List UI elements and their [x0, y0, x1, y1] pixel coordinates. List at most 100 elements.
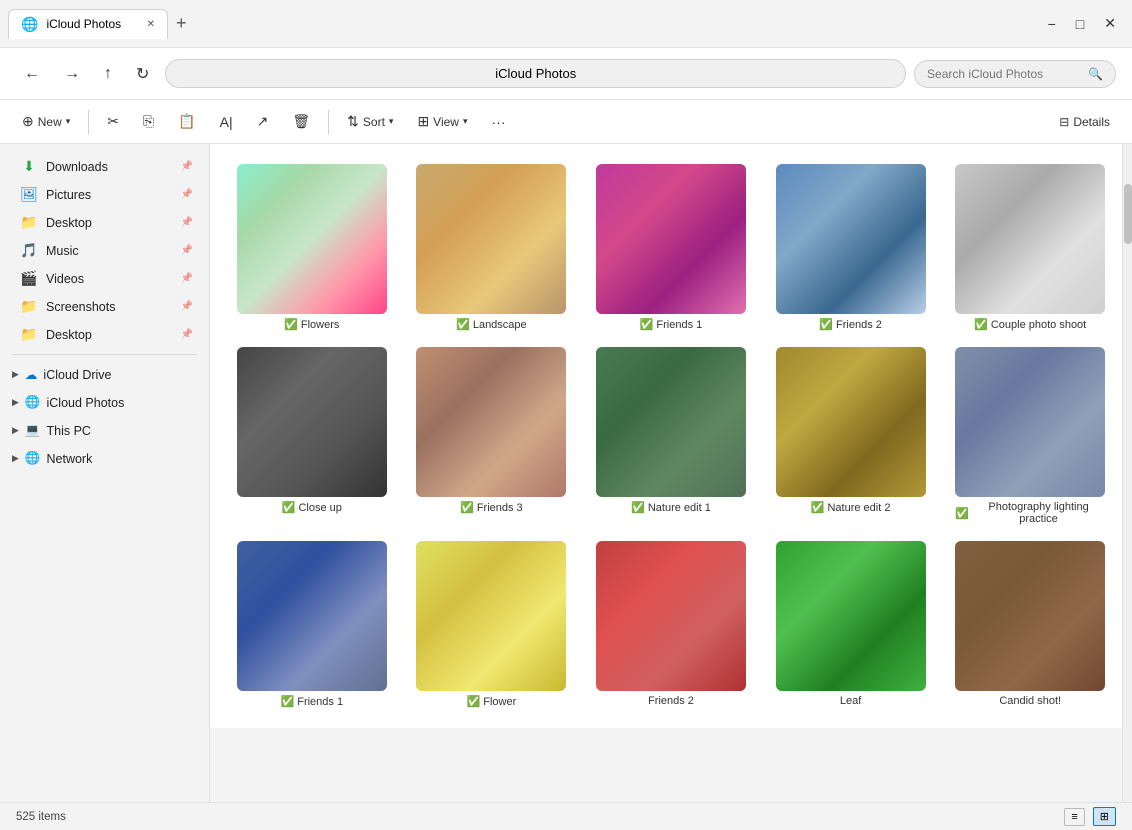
list-view-button[interactable]: ≡	[1064, 808, 1084, 826]
group-label: iCloud Photos	[47, 396, 125, 410]
photo-item[interactable]: ✅ Close up	[230, 347, 394, 525]
toolbar: ⊕ New ▾ ✂ ⎘ 📋 A| ↗ 🗑 ⇅ Sort ▾ ⊞ View ▾ ·…	[0, 100, 1132, 144]
photo-item[interactable]: ✅ Friends 1	[589, 164, 753, 331]
photo-item[interactable]: ✅ Photography lighting practice	[948, 347, 1112, 525]
up-button[interactable]: ↑	[96, 61, 120, 87]
photo-item[interactable]: ✅ Couple photo shoot	[948, 164, 1112, 331]
pin-icon: 📌	[181, 329, 193, 340]
scrollbar-track[interactable]	[1122, 144, 1132, 802]
copy-button[interactable]: ⎘	[133, 109, 164, 134]
photo-item[interactable]: ✅ Flowers	[230, 164, 394, 331]
photo-item[interactable]: ✅ Friends 1	[230, 541, 394, 708]
sync-ok-icon: ✅	[284, 318, 298, 331]
sync-ok-icon: ✅	[467, 695, 481, 708]
address-input[interactable]	[165, 59, 906, 88]
details-icon: ⊟	[1059, 115, 1069, 129]
photo-label: ✅ Nature edit 2	[811, 501, 891, 514]
tab-title: iCloud Photos	[46, 17, 121, 31]
sidebar-group-icloud-photos[interactable]: ▶ 🌐 iCloud Photos	[4, 389, 205, 416]
more-button[interactable]: ···	[482, 110, 516, 134]
photo-label: ✅ Photography lighting practice	[955, 501, 1105, 525]
pin-icon: 📌	[181, 301, 193, 312]
refresh-button[interactable]: ↻	[128, 60, 157, 88]
sidebar-group-icloud-drive[interactable]: ▶ ☁ iCloud Drive	[4, 361, 205, 388]
active-tab[interactable]: 🌐 iCloud Photos ✕	[8, 9, 168, 39]
sidebar-item-label: Screenshots	[46, 300, 115, 314]
sidebar-item-desktop[interactable]: 📁 Desktop 📌	[4, 209, 205, 236]
photo-item[interactable]: Leaf	[769, 541, 933, 708]
photo-item[interactable]: ✅ Nature edit 2	[769, 347, 933, 525]
pin-icon: 📌	[181, 161, 193, 172]
photo-label: ✅ Couple photo shoot	[974, 318, 1086, 331]
view-button[interactable]: ⊞ View ▾	[407, 109, 477, 134]
sidebar-item-desktop[interactable]: 📁 Desktop 📌	[4, 321, 205, 348]
search-input[interactable]	[927, 67, 1082, 81]
details-label: Details	[1073, 115, 1110, 129]
maximize-button[interactable]: □	[1068, 12, 1092, 36]
photo-thumbnail	[596, 164, 746, 314]
cut-button[interactable]: ✂	[97, 109, 129, 134]
photo-item[interactable]: Friends 2	[589, 541, 753, 708]
details-button[interactable]: ⊟ Details	[1049, 111, 1120, 133]
toolbar-right: ⊟ Details	[1049, 111, 1120, 133]
content-wrapper: ✅ Flowers ✅ Landscape ✅ Friends 1 ✅ Frie…	[210, 144, 1132, 802]
sidebar-item-icon: 📁	[20, 298, 38, 315]
photo-item[interactable]: ✅ Friends 2	[769, 164, 933, 331]
copy-icon: ⎘	[143, 113, 154, 130]
photo-item[interactable]: ✅ Friends 3	[410, 347, 574, 525]
photo-item[interactable]: Candid shot!	[948, 541, 1112, 708]
sidebar-item-label: Videos	[46, 272, 84, 286]
group-icon: ☁	[25, 367, 38, 382]
photo-item[interactable]: ✅ Flower	[410, 541, 574, 708]
minimize-button[interactable]: −	[1040, 12, 1064, 36]
sidebar-item-music[interactable]: 🎵 Music 📌	[4, 237, 205, 264]
new-tab-button[interactable]: +	[168, 9, 195, 38]
paste-icon: 📋	[178, 113, 195, 130]
sidebar-item-videos[interactable]: 🎬 Videos 📌	[4, 265, 205, 292]
close-button[interactable]: ✕	[1096, 11, 1124, 36]
photo-thumbnail	[237, 347, 387, 497]
sidebar-item-icon: 📁	[20, 214, 38, 231]
view-chevron: ▾	[463, 116, 468, 127]
photo-label: ✅ Friends 2	[819, 318, 882, 331]
back-button[interactable]: ←	[16, 61, 48, 87]
photo-thumbnail	[237, 164, 387, 314]
group-label: Network	[47, 452, 93, 466]
photo-item[interactable]: ✅ Nature edit 1	[589, 347, 753, 525]
group-chevron: ▶	[12, 369, 19, 380]
address-bar: ← → ↑ ↻ 🔍	[0, 48, 1132, 100]
view-icon: ⊞	[417, 113, 429, 130]
group-icon: 💻	[25, 423, 41, 438]
new-button[interactable]: ⊕ New ▾	[12, 109, 80, 134]
sidebar-group-network[interactable]: ▶ 🌐 Network	[4, 445, 205, 472]
view-label: View	[433, 115, 459, 129]
grid-view-button[interactable]: ⊞	[1093, 807, 1116, 826]
share-icon: ↗	[257, 113, 269, 130]
rename-button[interactable]: A|	[210, 110, 243, 134]
sidebar-item-label: Desktop	[46, 328, 92, 342]
group-icon: 🌐	[25, 451, 41, 466]
group-chevron: ▶	[12, 397, 19, 408]
sync-ok-icon: ✅	[974, 318, 988, 331]
sidebar-group-this-pc[interactable]: ▶ 💻 This PC	[4, 417, 205, 444]
sidebar-item-downloads[interactable]: ⬇ Downloads 📌	[4, 153, 205, 180]
paste-button[interactable]: 📋	[168, 109, 205, 134]
share-button[interactable]: ↗	[247, 109, 279, 134]
photo-item[interactable]: ✅ Landscape	[410, 164, 574, 331]
scrollbar-thumb[interactable]	[1124, 184, 1132, 244]
sidebar-divider	[12, 354, 197, 355]
content-area: ✅ Flowers ✅ Landscape ✅ Friends 1 ✅ Frie…	[210, 144, 1132, 728]
sync-ok-icon: ✅	[955, 507, 969, 520]
sync-ok-icon: ✅	[640, 318, 654, 331]
sidebar-item-pictures[interactable]: 🖼 Pictures 📌	[4, 181, 205, 208]
main-area: ⬇ Downloads 📌 🖼 Pictures 📌 📁 Desktop 📌 🎵…	[0, 144, 1132, 802]
sidebar-item-label: Desktop	[46, 216, 92, 230]
sort-label: Sort	[363, 115, 385, 129]
delete-button[interactable]: 🗑	[282, 109, 320, 134]
sort-button[interactable]: ⇅ Sort ▾	[337, 109, 403, 134]
sidebar: ⬇ Downloads 📌 🖼 Pictures 📌 📁 Desktop 📌 🎵…	[0, 144, 210, 802]
forward-button[interactable]: →	[56, 61, 88, 87]
tab-close-button[interactable]: ✕	[147, 19, 155, 30]
tab-area: 🌐 iCloud Photos ✕ +	[8, 9, 1040, 39]
sidebar-item-screenshots[interactable]: 📁 Screenshots 📌	[4, 293, 205, 320]
